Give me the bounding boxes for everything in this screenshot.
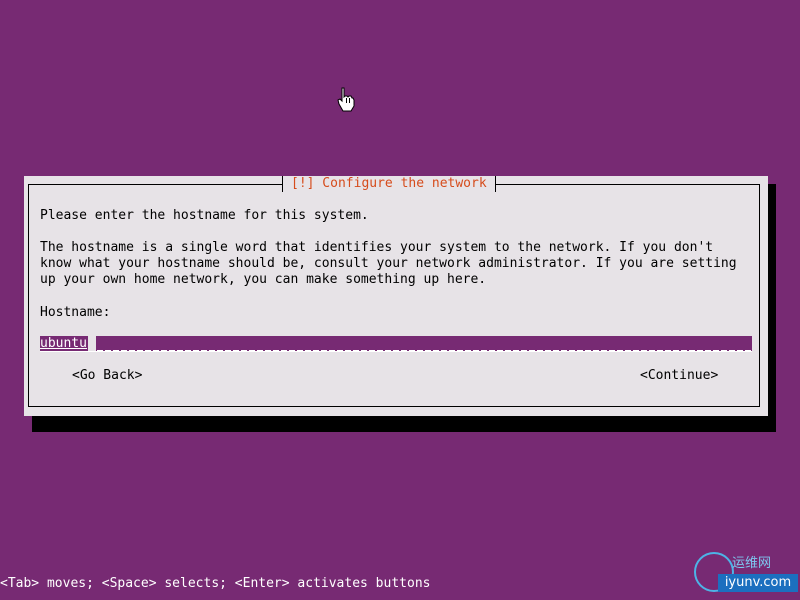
- go-back-button[interactable]: <Go Back>: [72, 368, 142, 384]
- hand-pointer-icon: [337, 87, 355, 112]
- continue-button[interactable]: <Continue>: [640, 368, 718, 384]
- intro-text: Please enter the hostname for this syste…: [40, 208, 369, 223]
- watermark-logo: 运维网 iyunv.com: [694, 552, 798, 596]
- status-bar: <Tab> moves; <Space> selects; <Enter> ac…: [0, 576, 431, 591]
- watermark-chinese: 运维网: [732, 556, 772, 571]
- description-line: The hostname is a single word that ident…: [40, 240, 714, 255]
- description-line: up your own home network, you can make s…: [40, 272, 487, 287]
- hostname-input[interactable]: ubuntu: [40, 336, 752, 352]
- text-cursor: [88, 336, 96, 351]
- watermark-domain: iyunv.com: [718, 574, 798, 592]
- dialog-title: [!] Configure the network: [282, 176, 496, 192]
- hostname-label: Hostname:: [40, 305, 111, 320]
- field-fill-underscores: [97, 350, 752, 351]
- description-line: know what your hostname should be, consu…: [40, 256, 737, 271]
- hostname-value: ubuntu: [40, 336, 87, 351]
- configure-network-dialog: [!] Configure the network Please enter t…: [24, 176, 768, 416]
